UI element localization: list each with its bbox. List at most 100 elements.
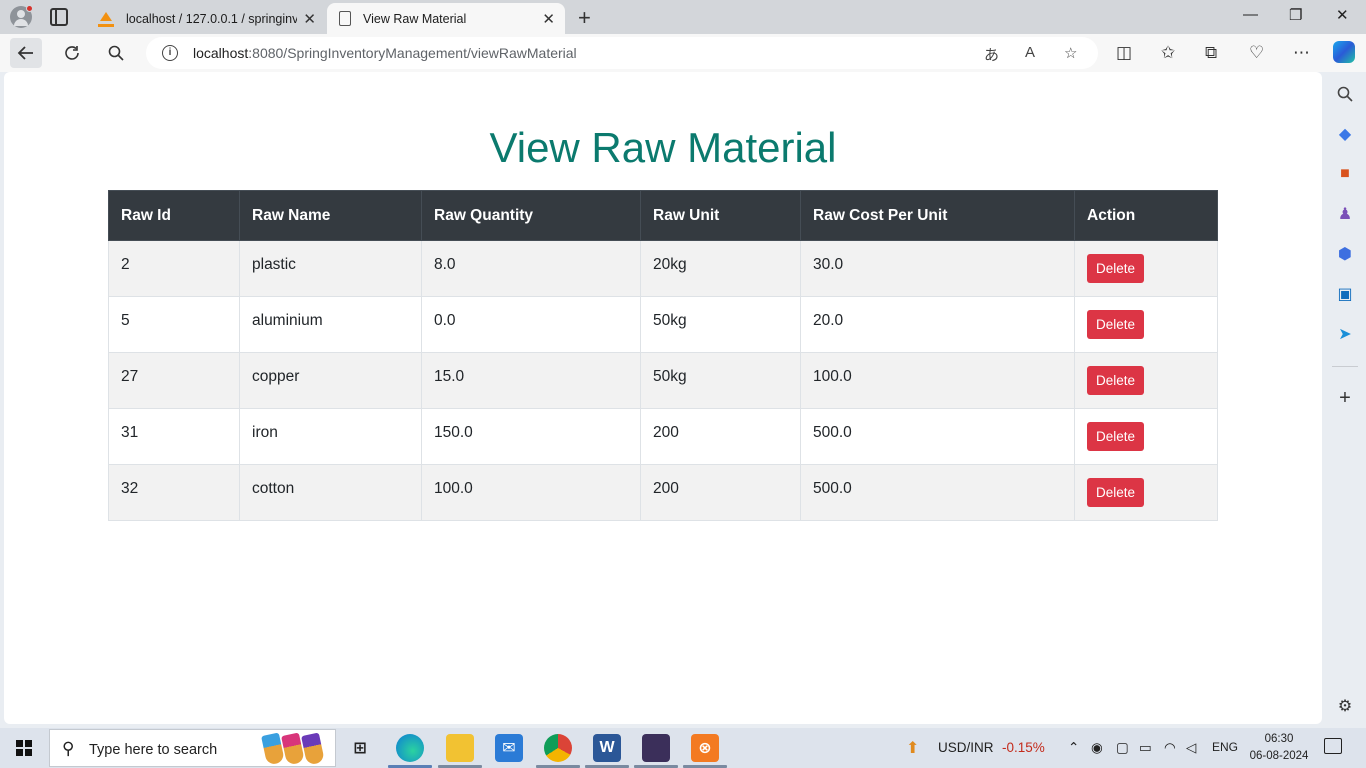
table-header-row: Raw Id Raw Name Raw Quantity Raw Unit Ra…	[108, 190, 1218, 241]
cell-raw-unit: 50kg	[640, 352, 801, 409]
word-app-icon[interactable]: W	[593, 734, 621, 762]
delete-button[interactable]: Delete	[1087, 254, 1145, 283]
refresh-icon	[65, 46, 79, 60]
file-explorer-icon[interactable]	[446, 734, 474, 762]
url-path: :8080/SpringInventoryManagement/viewRawM…	[248, 45, 577, 61]
close-tab-icon[interactable]: ✕	[303, 10, 316, 28]
column-header-raw-quantity: Raw Quantity	[421, 190, 641, 241]
emulator-app-icon[interactable]	[642, 734, 670, 762]
delete-button[interactable]: Delete	[1087, 310, 1145, 339]
cell-raw-id: 27	[108, 352, 240, 409]
mail-app-icon[interactable]: ✉	[495, 734, 523, 762]
chrome-app-icon[interactable]	[544, 734, 572, 762]
tab-strip: localhost / 127.0.0.1 / springinventory …	[0, 0, 1366, 34]
cell-raw-cost: 100.0	[800, 352, 1075, 409]
column-header-raw-unit: Raw Unit	[640, 190, 801, 241]
cell-action: Delete	[1074, 464, 1218, 521]
tab-actions-icon[interactable]	[50, 8, 68, 26]
more-menu-icon[interactable]: ⋯	[1293, 43, 1310, 63]
record-icon[interactable]: ◉	[1091, 740, 1103, 756]
xampp-app-icon[interactable]: ⊗	[691, 734, 719, 762]
cell-raw-cost: 30.0	[800, 240, 1075, 297]
sidebar-search-icon[interactable]	[1335, 84, 1355, 104]
read-aloud-icon[interactable]: A	[1025, 44, 1035, 61]
tab-title: localhost / 127.0.0.1 / springinventory	[126, 11, 298, 26]
show-hidden-icons[interactable]: ⌃	[1068, 740, 1079, 756]
url-text[interactable]: localhost:8080/SpringInventoryManagement…	[193, 45, 577, 61]
table-row: 2 plastic 8.0 20kg 30.0 Delete	[108, 240, 1218, 297]
browser-essentials-icon[interactable]: ♡	[1249, 43, 1264, 63]
refresh-button[interactable]	[56, 38, 88, 68]
games-icon[interactable]: ♟	[1335, 204, 1355, 224]
shopping-tag-icon[interactable]: ◆	[1335, 124, 1355, 144]
address-bar[interactable]: i localhost:8080/SpringInventoryManageme…	[146, 37, 1098, 69]
language-indicator[interactable]: ENG	[1212, 740, 1238, 754]
task-view-icon[interactable]: ⊞	[346, 734, 374, 762]
cell-raw-quantity: 0.0	[421, 296, 641, 353]
translate-icon[interactable]: あ	[984, 44, 999, 65]
page-icon	[339, 11, 351, 26]
volume-icon[interactable]: ◁	[1186, 740, 1196, 756]
sidebar-settings-icon[interactable]: ⚙	[1335, 696, 1355, 716]
browser-toolbar: i localhost:8080/SpringInventoryManageme…	[0, 34, 1366, 72]
windows-start-icon[interactable]	[16, 740, 32, 756]
cell-raw-unit: 200	[640, 408, 801, 465]
tools-icon[interactable]: ■	[1335, 164, 1355, 184]
table-row: 5 aluminium 0.0 50kg 20.0 Delete	[108, 296, 1218, 353]
column-header-raw-name: Raw Name	[239, 190, 422, 241]
clock-time: 06:30	[1264, 733, 1294, 745]
tab-phpmyadmin[interactable]: localhost / 127.0.0.1 / springinventory …	[88, 3, 326, 34]
cell-raw-quantity: 8.0	[421, 240, 641, 297]
microsoft-365-icon[interactable]: ⬢	[1335, 244, 1355, 264]
delete-button[interactable]: Delete	[1087, 422, 1145, 451]
send-icon[interactable]: ➤	[1335, 324, 1355, 344]
cell-raw-quantity: 15.0	[421, 352, 641, 409]
cell-action: Delete	[1074, 408, 1218, 465]
cell-raw-name: aluminium	[239, 296, 422, 353]
close-window-button[interactable]: ✕	[1336, 6, 1349, 24]
taskbar-search-box[interactable]: ⚲ Type here to search	[49, 729, 336, 767]
site-info-icon[interactable]: i	[162, 45, 178, 61]
column-header-action: Action	[1074, 190, 1218, 241]
add-sidebar-icon[interactable]: +	[1335, 387, 1355, 409]
back-arrow-icon	[17, 46, 33, 60]
cell-action: Delete	[1074, 240, 1218, 297]
restore-button[interactable]: ❐	[1289, 6, 1302, 24]
edge-app-icon[interactable]	[396, 734, 424, 762]
delete-button[interactable]: Delete	[1087, 366, 1145, 395]
new-tab-button[interactable]: +	[578, 5, 591, 31]
favorite-star-icon[interactable]: ☆	[1064, 44, 1077, 62]
copilot-icon[interactable]	[1333, 41, 1355, 63]
search-icon: ⚲	[62, 739, 75, 758]
battery-icon[interactable]: ▭	[1139, 740, 1152, 756]
tab-title: View Raw Material	[363, 11, 467, 26]
delete-button[interactable]: Delete	[1087, 478, 1145, 507]
taskbar-search-placeholder: Type here to search	[89, 742, 218, 758]
profile-avatar-icon[interactable]	[10, 5, 33, 28]
system-clock[interactable]: 06:30 06-08-2024	[1248, 731, 1310, 765]
cell-raw-name: copper	[239, 352, 422, 409]
cell-action: Delete	[1074, 352, 1218, 409]
cell-raw-id: 32	[108, 464, 240, 521]
cell-raw-id: 5	[108, 296, 240, 353]
page-title: View Raw Material	[489, 124, 837, 171]
search-button[interactable]	[100, 38, 132, 68]
notifications-icon[interactable]	[1324, 738, 1342, 754]
tab-view-raw-material[interactable]: View Raw Material ✕	[327, 3, 565, 34]
column-header-raw-id: Raw Id	[108, 190, 240, 241]
split-screen-icon[interactable]: ◫	[1116, 43, 1132, 63]
wifi-icon[interactable]: ◠	[1164, 740, 1176, 756]
collections-icon[interactable]: ⧉	[1205, 43, 1217, 63]
url-host: localhost	[193, 45, 249, 61]
ticker-symbol[interactable]: USD/INR	[938, 740, 994, 755]
close-tab-icon[interactable]: ✕	[542, 10, 555, 28]
cell-raw-cost: 500.0	[800, 408, 1075, 465]
outlook-icon[interactable]: ▣	[1335, 284, 1355, 304]
camera-icon[interactable]: ▢	[1116, 740, 1129, 756]
table-row: 31 iron 150.0 200 500.0 Delete	[108, 408, 1218, 465]
back-button[interactable]	[10, 38, 42, 68]
phpmyadmin-icon	[98, 11, 114, 27]
favorites-icon[interactable]: ✩	[1161, 43, 1175, 63]
minimize-button[interactable]: —	[1243, 6, 1258, 23]
stock-ticker-icon: ⬆	[906, 740, 920, 757]
